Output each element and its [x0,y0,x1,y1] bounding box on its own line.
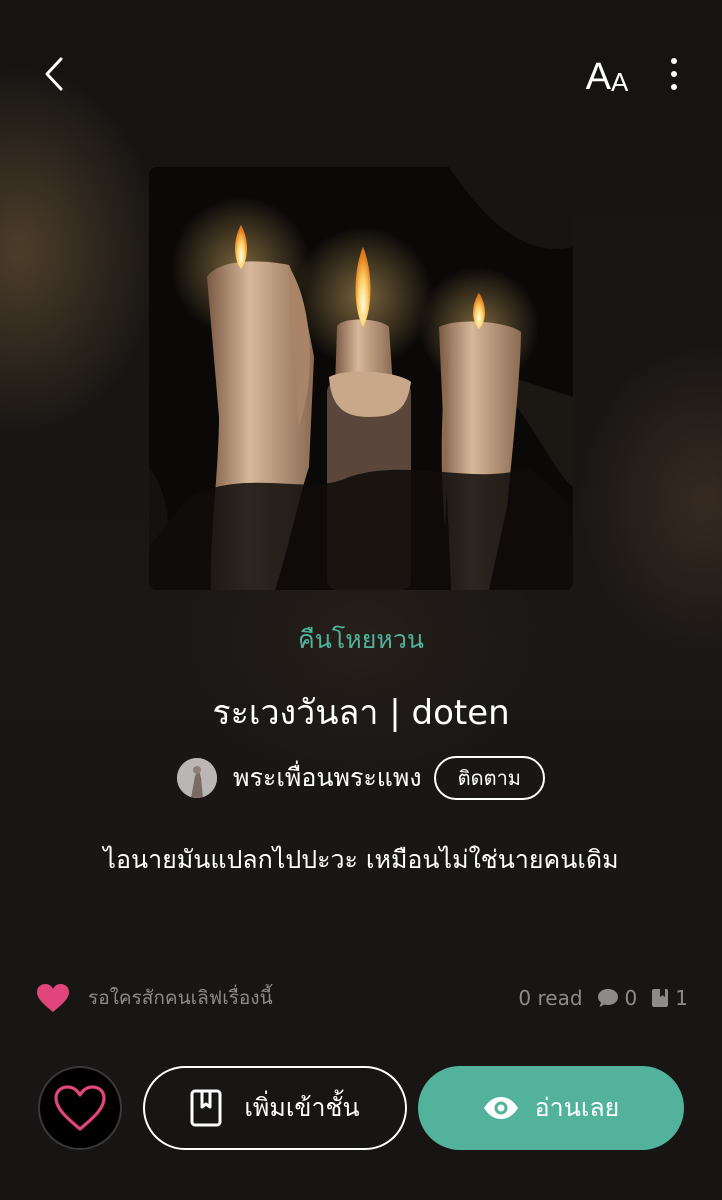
chevron-left-icon [45,57,63,91]
font-size-button[interactable]: AA [580,52,634,96]
bookmark-book-icon [190,1089,222,1127]
follow-button[interactable]: ติดตาม [433,756,545,800]
add-to-shelf-label: เพิ่มเข้าชั้น [244,1093,360,1122]
font-size-small-letter: A [611,67,629,97]
author-avatar[interactable] [177,758,217,798]
story-genre[interactable]: คืนโหยหวน [0,620,722,660]
comment-icon [597,989,618,1007]
read-now-label: อ่านเลย [534,1093,620,1122]
more-vertical-icon [671,58,677,64]
more-options-button[interactable] [656,52,692,96]
eye-icon [483,1097,518,1119]
comment-count: 0 [597,986,637,1010]
book-icon [652,989,669,1007]
action-bar: เพิ่มเข้าชั้น อ่านเลย [0,1064,722,1154]
story-description: ไอนายมันแปลกไปปะวะ เหมือนไม่ใช่นายคนเดิม [103,845,619,874]
add-to-shelf-button[interactable]: เพิ่มเข้าชั้น [143,1066,407,1150]
story-title: ระเวงวันลา | doten [212,693,510,733]
back-button[interactable] [34,52,74,96]
heart-filled-icon [37,984,69,1012]
stats-row: รอใครสักคนเลิฟเรื่องนี้ 0 read 0 1 [36,978,688,1018]
chapter-count: 1 [651,986,688,1010]
heart-outline-icon [54,1085,106,1131]
love-prompt: รอใครสักคนเลิฟเรื่องนี้ [88,987,273,1009]
cover-image [149,167,573,590]
read-count: 0 read [518,986,583,1010]
like-button[interactable] [38,1066,122,1150]
font-size-large-letter: A [585,56,611,98]
top-bar: AA [0,0,722,150]
read-now-button[interactable]: อ่านเลย [418,1066,684,1150]
author-name[interactable]: พระเพื่อนพระแพง [233,758,422,798]
author-row: พระเพื่อนพระแพง ติดตาม [0,754,722,802]
